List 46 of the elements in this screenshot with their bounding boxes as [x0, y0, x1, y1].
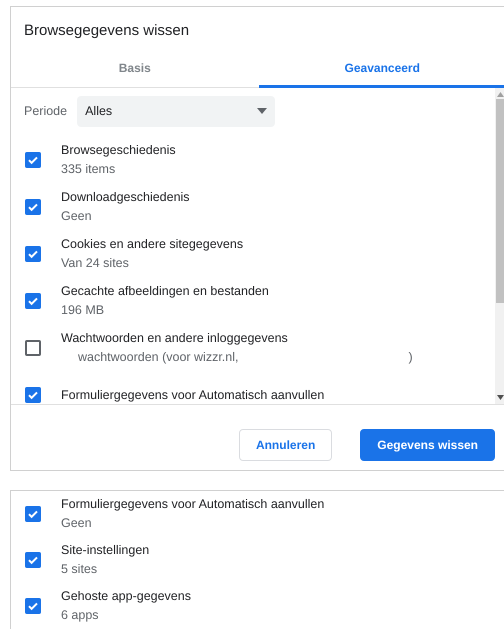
dialog-title: Browsegegevens wissen [23, 21, 190, 41]
option-detail: Van 24 sites [61, 256, 129, 270]
option-label: Downloadgeschiedenis [61, 190, 190, 204]
dropdown-caret-icon [257, 108, 268, 114]
checkmark-icon [27, 248, 39, 260]
arrow-up-icon[interactable] [497, 92, 504, 97]
arrow-down-icon[interactable] [497, 395, 504, 400]
checkmark-icon [27, 200, 39, 212]
checkbox[interactable] [25, 386, 41, 402]
checkmark-icon [27, 600, 39, 612]
option-detail: wachtwoorden (voor wizzr.nl, [78, 350, 238, 364]
option-label: Site-instellingen [61, 543, 150, 557]
option-detail: 5 sites [61, 562, 98, 576]
scrollbar[interactable] [495, 88, 504, 404]
option-detail: Geen [61, 209, 92, 223]
checkmark-icon [27, 508, 39, 520]
option-label: Gehoste app-gegevens [61, 589, 191, 603]
checkbox[interactable] [25, 198, 41, 214]
checkbox[interactable] [25, 552, 41, 568]
checkmark-icon [27, 294, 39, 306]
tab[interactable]: Basis [11, 51, 258, 88]
clear-data-button[interactable]: Gegevens wissen [360, 429, 495, 461]
cancel-button[interactable]: Annuleren [238, 429, 332, 461]
option-label: Browsegeschiedenis [61, 143, 176, 157]
option-label: Wachtwoorden en andere inloggegevens [61, 331, 289, 345]
option-label: Formuliergegevens voor Automatisch aanvullen [61, 388, 324, 402]
checkmark-icon [27, 388, 39, 400]
checkbox[interactable] [25, 292, 41, 308]
option-label: Formuliergegevens voor Automatisch aanvullen [61, 497, 324, 511]
checkbox[interactable] [25, 340, 41, 356]
option-detail: Geen [61, 516, 92, 530]
checkbox[interactable] [25, 506, 41, 522]
period-dropdown[interactable]: Alles [77, 96, 276, 126]
checkbox[interactable] [25, 598, 41, 614]
tab[interactable]: Geavanceerd [258, 51, 504, 88]
option-detail: 335 items [61, 162, 116, 176]
option-detail: 6 apps [61, 608, 99, 622]
checkbox[interactable] [25, 246, 41, 262]
period-label: Periode [24, 104, 68, 118]
option-label: Gecachte afbeeldingen en bestanden [61, 284, 269, 298]
checkmark-icon [27, 154, 39, 166]
option-label: Cookies en andere sitegegevens [61, 237, 244, 251]
option-detail: 196 MB [61, 303, 104, 317]
checkmark-icon [27, 554, 39, 566]
option-detail: ) [408, 350, 413, 364]
checkbox[interactable] [25, 152, 41, 168]
